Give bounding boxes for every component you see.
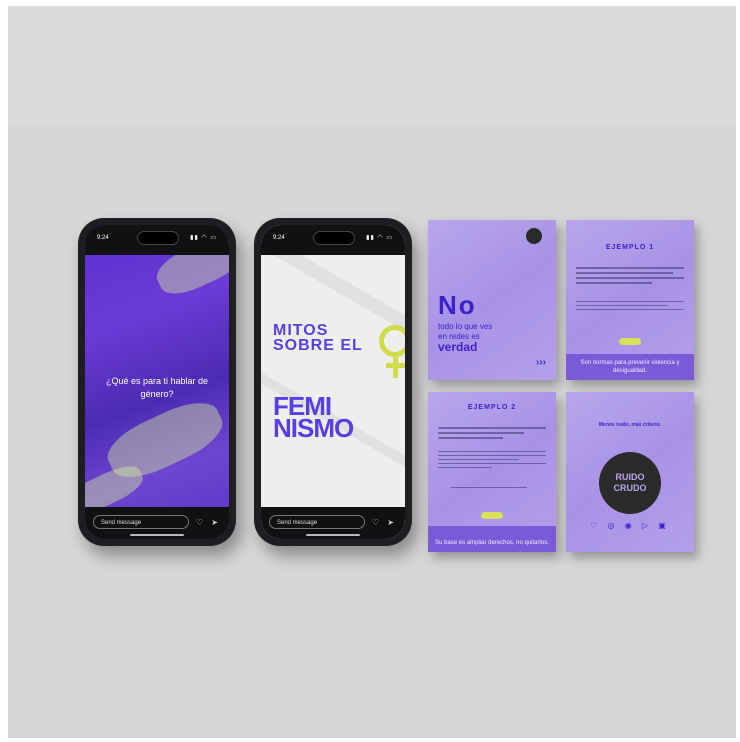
story-screen-mitos: 9:24 ▮▮ ◠ ▭ MITOS SOBRE EL FEMI NISMO Se… bbox=[261, 225, 405, 539]
card-body-text bbox=[576, 298, 684, 313]
phone-right: 9:24 ▮▮ ◠ ▭ MITOS SOBRE EL FEMI NISMO Se… bbox=[254, 218, 412, 546]
ruido-crudo-logo: RUIDO CRUDO bbox=[599, 452, 661, 514]
card-body-text bbox=[438, 424, 546, 442]
mitos-title: MITOS SOBRE EL bbox=[273, 322, 363, 354]
card-ejemplo-1-title: EJEMPLO 1 bbox=[605, 244, 655, 251]
logo-line-2: CRUDO bbox=[613, 483, 647, 493]
brand-badge-icon bbox=[526, 228, 542, 244]
card-ejemplo-2: EJEMPLO 2 Su base es ampliar derechos, n… bbox=[428, 392, 556, 552]
tag-pill bbox=[481, 512, 503, 519]
card-footer: Su base es ampliar derechos, no quitarlo… bbox=[428, 526, 556, 552]
card-ejemplo-1: EJEMPLO 1 Son normas para prevenir viole… bbox=[566, 220, 694, 380]
card-no-subtitle: todo lo que ves en redes es verdad bbox=[438, 322, 492, 354]
card-no-todo: No todo lo que ves en redes es verdad ››… bbox=[428, 220, 556, 380]
logo-lettering: RUIDO CRUDO bbox=[599, 472, 661, 494]
chevrons-right-icon: ››› bbox=[536, 357, 546, 368]
card-body-text bbox=[438, 448, 546, 471]
story-screen-question: 9:24 ▮▮ ◠ ▭ ¿Qué es para ti hablar de gé… bbox=[85, 225, 229, 539]
dynamic-island bbox=[313, 231, 355, 245]
social-icons: ♡ ◎ ◉ ▷ ▣ bbox=[590, 521, 670, 530]
feminismo-word: FEMI NISMO bbox=[273, 393, 354, 443]
card-body-text bbox=[438, 484, 546, 491]
signal-icon: ▮▮ ◠ ▭ bbox=[190, 235, 217, 241]
status-time: 9:24 bbox=[97, 235, 109, 241]
status-time: 9:24 bbox=[273, 235, 285, 241]
card-logo: Menos ruido, más criterio. RUIDO CRUDO ♡… bbox=[566, 392, 694, 552]
phone-left: 9:24 ▮▮ ◠ ▭ ¿Qué es para ti hablar de gé… bbox=[78, 218, 236, 546]
send-message-input[interactable]: Send message bbox=[269, 515, 365, 529]
message-bar: Send message ♡ ➤ bbox=[261, 507, 405, 539]
heart-send-icons[interactable]: ♡ ➤ bbox=[372, 518, 397, 527]
home-indicator bbox=[130, 534, 184, 536]
card-ejemplo-2-footer: Su base es ampliar derechos, no quitarlo… bbox=[435, 540, 549, 546]
status-bar: 9:24 ▮▮ ◠ ▭ bbox=[85, 225, 229, 255]
card-footer: Son normas para prevenir violencia y des… bbox=[566, 354, 694, 380]
card-body-text bbox=[576, 264, 684, 287]
signal-icon: ▮▮ ◠ ▭ bbox=[366, 235, 393, 241]
venus-symbol-icon bbox=[379, 325, 405, 357]
heart-send-icons[interactable]: ♡ ➤ bbox=[196, 518, 221, 527]
venus-symbol-bar bbox=[386, 363, 405, 368]
story-question: ¿Qué es para ti hablar de género? bbox=[105, 376, 209, 399]
card-ejemplo-1-footer: Son normas para prevenir violencia y des… bbox=[580, 360, 680, 374]
home-indicator bbox=[306, 534, 360, 536]
mockup-scene: 9:24 ▮▮ ◠ ▭ ¿Qué es para ti hablar de gé… bbox=[8, 6, 736, 738]
tag-pill bbox=[619, 338, 641, 345]
send-message-input[interactable]: Send message bbox=[93, 515, 189, 529]
feminismo-line-2: NISMO bbox=[273, 413, 354, 443]
card-no-line-1: todo lo que ves bbox=[438, 322, 493, 331]
dynamic-island bbox=[137, 231, 179, 245]
card-ejemplo-2-title: EJEMPLO 2 bbox=[467, 404, 517, 411]
status-bar: 9:24 ▮▮ ◠ ▭ bbox=[261, 225, 405, 255]
message-bar: Send message ♡ ➤ bbox=[85, 507, 229, 539]
card-no-line-3: verdad bbox=[438, 340, 478, 354]
card-logo-tagline: Menos ruido, más criterio. bbox=[598, 422, 662, 428]
logo-line-1: RUIDO bbox=[615, 472, 645, 482]
card-no-word: No bbox=[438, 290, 477, 320]
background-wall bbox=[8, 6, 736, 126]
